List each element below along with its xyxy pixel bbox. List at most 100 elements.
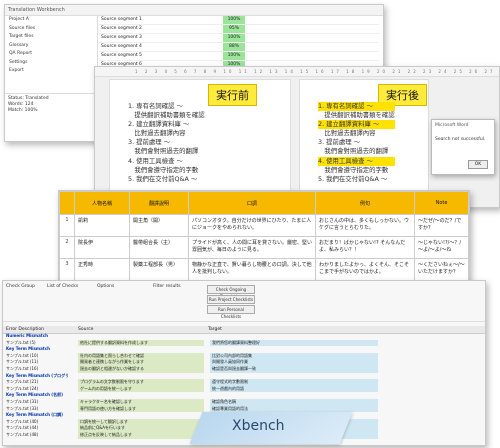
source-text: プログラムの文字数制限を守ります bbox=[78, 379, 204, 386]
table-row: 3 正秀時 製藥工程部長（男） 物静かな正直で、賢い暮らし物腰との口調。決して他… bbox=[59, 258, 469, 281]
doc-line: 2. 建立翻譯資料庫 ～ bbox=[128, 120, 190, 129]
ok-button[interactable]: OK bbox=[468, 160, 488, 169]
error-mark bbox=[68, 399, 78, 406]
document-text-before: 1. 専有名詞確認 ～ 提供翻訳補助書類を確認 2. 建立翻譯資料庫 ～ 比對過… bbox=[128, 102, 205, 184]
result-group-header[interactable]: Key Term Mismatch bbox=[3, 346, 485, 353]
error-mark bbox=[68, 359, 78, 366]
doc-line: 比對過去翻譯內容 bbox=[128, 129, 186, 138]
table-cell: 製藥工程部長（男） bbox=[129, 258, 189, 281]
segment-source: Source segment 4 bbox=[101, 44, 142, 49]
target-text: 比對公司內部的用語集 bbox=[210, 352, 378, 360]
column-header: 例句 bbox=[315, 191, 415, 215]
result-row[interactable]: サンプル.txt (10) 社内の用語集と照らし合わせて確認 比對公司內部的用語集 bbox=[3, 352, 485, 360]
doc-line: 4. 使用工具檢查 ～ bbox=[128, 156, 183, 165]
doc-line-highlighted: 2. 建立翻譯資料庫 ～ bbox=[318, 120, 395, 130]
result-row[interactable]: サンプル.txt (31) キャラクター名を確認します 確認角色名稱 bbox=[3, 398, 485, 406]
table-row: 2 院長伊 醫帶組合長（主） プライドが高く、人の間に耳を貸さない。厳密、堅い雰… bbox=[59, 236, 469, 259]
error-description: Key Term Mismatch bbox=[6, 346, 50, 352]
doc-line: 5. 我們在交付前Q&A ～ bbox=[318, 174, 388, 183]
doc-line: 我們會對照過去的翻譯 bbox=[318, 147, 389, 156]
error-mark bbox=[68, 346, 78, 353]
table-cell: ～じゃない!?/～？/～よ/～よ/～ね bbox=[414, 236, 469, 259]
target-text: 確認角色名稱 bbox=[210, 398, 378, 406]
segment-row[interactable]: Source segment 3 100% bbox=[99, 34, 379, 43]
segment-row[interactable]: Source segment 5 100% bbox=[99, 52, 379, 61]
result-row[interactable]: サンプル.txt (11) 開発者と連携しながら作業をします 與開發人員協同作業 bbox=[3, 359, 485, 366]
source-text bbox=[78, 346, 204, 353]
source-text: 納品前にQ&Aを行います bbox=[78, 425, 204, 432]
error-mark bbox=[68, 333, 78, 340]
segment-row[interactable]: Source segment 1 100% bbox=[99, 16, 379, 25]
tree-item[interactable]: Project A bbox=[5, 16, 97, 25]
properties-panel: Status: Translated Words: 124 Match: 100… bbox=[5, 93, 103, 141]
table-cell: ～くださいねぇ～/～いただけますか？ bbox=[414, 258, 469, 281]
tree-item[interactable]: Source files bbox=[5, 25, 97, 34]
error-description: サンプル.txt (16) bbox=[6, 365, 39, 371]
run-project-checklists-button[interactable]: Run Project Checklists bbox=[207, 295, 255, 304]
doc-line: 我們會遵守指定的字數 bbox=[318, 165, 389, 174]
check-ongoing-button[interactable]: Check Ongoing Translation bbox=[207, 285, 255, 299]
source-text: 社内の用語集と照らし合わせて確認 bbox=[78, 352, 204, 360]
error-mark bbox=[68, 419, 78, 426]
error-description: サンプル.txt (48) bbox=[6, 431, 39, 437]
source-text: キャラクター名を確認します bbox=[78, 398, 204, 406]
error-description: Key Term Mismatch (名前) bbox=[6, 392, 63, 398]
segment-row[interactable]: Source segment 4 88% bbox=[99, 43, 379, 52]
segment-source: Source segment 2 bbox=[101, 26, 142, 31]
target-text: 我們將您的翻譯資料整理好 bbox=[210, 339, 378, 347]
result-row[interactable]: サンプル.txt (5) 他社に提供する翻訳資料を作成します 我們將您的翻譯資料整理… bbox=[3, 339, 485, 347]
tree-item[interactable]: Settings bbox=[5, 59, 97, 68]
doc-line-highlighted: 4. 使用工具檢查 ～ bbox=[318, 156, 395, 166]
source-text bbox=[78, 392, 204, 399]
xbench-title: Xbench bbox=[232, 418, 285, 434]
options-label: Options bbox=[97, 284, 115, 289]
error-mark bbox=[68, 379, 78, 386]
result-group-header[interactable]: Key Term Mismatch (名前) bbox=[3, 392, 485, 399]
error-description: サンプル.txt (11) bbox=[6, 359, 39, 365]
table-header-row: 人物名稱 翻譯說明 口調 例句 Note bbox=[59, 191, 469, 215]
search-dialog: Microsoft Word Search not successful. OK bbox=[431, 119, 495, 175]
table-cell: 3 bbox=[59, 258, 75, 281]
result-group-header[interactable]: Key Term Mismatch (プログラム) bbox=[3, 373, 485, 380]
tree-item[interactable]: Target files bbox=[5, 33, 97, 42]
target-text: 與開發人員協同作業 bbox=[210, 359, 378, 366]
doc-line-highlighted: 1. 専有名詞確認 ～ bbox=[318, 102, 395, 112]
error-description: Key Term Mismatch (口調) bbox=[6, 412, 63, 418]
error-mark bbox=[68, 386, 78, 393]
tree-item[interactable]: QA Report bbox=[5, 50, 97, 59]
result-row[interactable]: サンプル.txt (24) ゲーム内の用語を統一します 統一遊戲內的用語 bbox=[3, 385, 485, 393]
tree-item[interactable]: Glossary bbox=[5, 42, 97, 51]
error-description: サンプル.txt (33) bbox=[6, 405, 39, 411]
segment-source: Source segment 1 bbox=[101, 17, 142, 22]
source-text: 口調を統一して翻訳します bbox=[78, 418, 204, 426]
check-group-label: Check Group bbox=[6, 284, 35, 289]
error-mark bbox=[68, 425, 78, 432]
column-header: Source bbox=[78, 327, 94, 332]
table-cell: 正秀時 bbox=[74, 258, 130, 281]
segment-source: Source segment 5 bbox=[101, 53, 142, 58]
source-text bbox=[78, 373, 204, 380]
target-text bbox=[210, 333, 378, 340]
table-cell: プライドが高く、人の間に耳を貸さない。厳密、堅い雰囲気が、毎日のように見る。 bbox=[188, 236, 316, 259]
table-cell: パソコンオタク。自分だけの世界にひたり、たまに人にジョークをやめられない。 bbox=[188, 214, 316, 237]
source-text: ゲーム内の用語を統一します bbox=[78, 385, 204, 393]
error-mark bbox=[68, 412, 78, 419]
table-cell: 1 bbox=[59, 214, 75, 237]
source-text: 開発者と連携しながら作業をします bbox=[78, 359, 204, 366]
segment-row[interactable]: Source segment 2 95% bbox=[99, 25, 379, 34]
run-personal-checklists-button[interactable]: Run Personal Checklists bbox=[207, 305, 255, 319]
error-mark bbox=[68, 406, 78, 413]
result-row[interactable]: サンプル.txt (16) 過去の翻訳と相違がないか確認する 確認是否與過去翻譯一致 bbox=[3, 365, 485, 373]
result-group-header[interactable]: Numeric Mismatch bbox=[3, 333, 485, 340]
filter-label: Filter results bbox=[153, 284, 181, 289]
error-description: サンプル.txt (5) bbox=[6, 339, 36, 345]
error-mark bbox=[68, 392, 78, 399]
result-row[interactable]: サンプル.txt (21) プログラムの文字数制限を守ります 遵守程式的字數限制 bbox=[3, 379, 485, 386]
doc-line: 5. 我們在交付前Q&A ～ bbox=[128, 174, 198, 183]
ruler: 1 2 3 4 5 6 7 8 9 10 11 12 13 14 15 16 1… bbox=[95, 67, 499, 77]
segment-source: Source segment 3 bbox=[101, 35, 142, 40]
match-percent: 100% bbox=[223, 52, 245, 60]
target-text bbox=[210, 392, 378, 399]
tree-item[interactable]: Export bbox=[5, 67, 97, 76]
error-mark bbox=[68, 340, 78, 347]
